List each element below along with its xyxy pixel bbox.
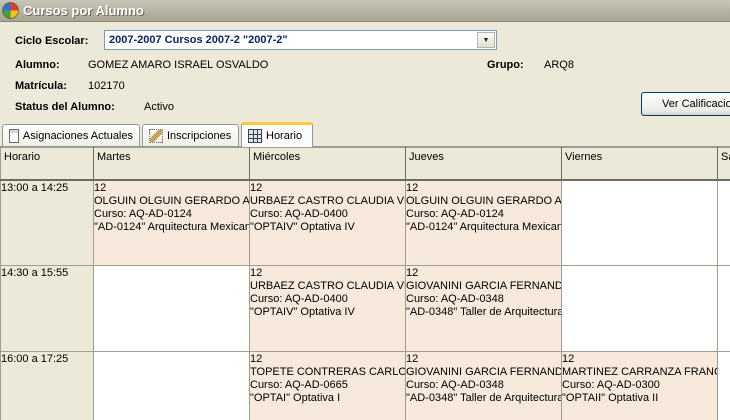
tab-label: Asignaciones Actuales (22, 129, 133, 142)
course-cell[interactable]: 12MARTINEZ CARRANZA FRANCISCOCurso: AQ-A… (561, 351, 718, 420)
grid-icon (248, 129, 262, 143)
status-value: Activo (144, 101, 174, 113)
window-title: Cursos por Alumno (23, 3, 144, 18)
course-cell[interactable]: 12OLGUIN OLGUIN GERARDO ANTONIOCurso: AQ… (405, 179, 562, 266)
course-name: "OPTAIV" Optativa IV (250, 306, 355, 318)
course-code: Curso: AQ-AD-0348 (406, 379, 504, 391)
course-cell[interactable]: 12URBAEZ CASTRO CLAUDIA VERONICACurso: A… (249, 179, 406, 266)
empty-cell[interactable] (561, 179, 718, 266)
course-group: 12 (562, 353, 575, 365)
schedule-grid[interactable]: Horario Martes Miércoles Jueves Viernes … (0, 146, 730, 420)
time-slot-cell: 14:30 a 15:55 (0, 265, 94, 352)
table-row: 14:30 a 15:55 12URBAEZ CASTRO CLAUDIA VER… (0, 265, 730, 352)
course-cell[interactable]: 12 TOPETE CONTRERAS CARLOS Curso: AQ-AD-06… (249, 351, 406, 420)
status-label: Status del Alumno: (15, 101, 115, 113)
alumno-value: GOMEZ AMARO ISRAEL OSVALDO (88, 59, 269, 71)
time-slot-cell: 16:00 a 17:25 (0, 351, 94, 420)
col-header-miercoles[interactable]: Miércoles (249, 147, 406, 181)
schedule-header-row: Horario Martes Miércoles Jueves Viernes … (0, 147, 730, 181)
chevron-down-icon[interactable]: ▼ (477, 32, 495, 48)
pencil-icon (149, 128, 163, 143)
course-name: "OPTAI" Optativa I (250, 392, 341, 404)
course-group: 12 (250, 267, 263, 279)
grupo-label: Grupo: (487, 59, 524, 71)
col-header-horario[interactable]: Horario (0, 147, 94, 181)
course-group: 12 (94, 181, 107, 194)
col-header-viernes[interactable]: Viernes (561, 147, 718, 181)
course-group: 12 (250, 181, 263, 194)
empty-cell[interactable] (717, 351, 730, 420)
course-name: "AD-0124" Arquitectura Mexicana (94, 220, 250, 233)
course-group: 12 (406, 353, 419, 365)
course-code: Curso: AQ-AD-0665 (250, 379, 348, 391)
course-teacher: GIOVANINI GARCIA FERNANDO (406, 366, 562, 378)
course-name: "OPTAIV" Optativa IV (250, 220, 355, 233)
tab-label: Inscripciones (167, 129, 232, 142)
course-teacher: OLGUIN OLGUIN GERARDO ANTONIO (406, 194, 562, 207)
document-icon (9, 128, 19, 143)
course-group: 12 (406, 181, 419, 194)
course-code: Curso: AQ-AD-0124 (406, 207, 504, 220)
empty-cell[interactable] (717, 265, 730, 352)
empty-cell[interactable] (561, 265, 718, 352)
time-slot-cell: 13:00 a 14:25 (0, 179, 94, 266)
col-header-jueves[interactable]: Jueves (405, 147, 562, 181)
course-code: Curso: AQ-AD-0348 (406, 293, 504, 305)
course-teacher: URBAEZ CASTRO CLAUDIA VERONICA (250, 194, 405, 207)
course-code: Curso: AQ-AD-0400 (250, 207, 348, 220)
course-cell[interactable]: 12 GIOVANINI GARCIA FERNANDO Curso: AQ-AD-… (405, 265, 562, 352)
course-cell[interactable]: 12URBAEZ CASTRO CLAUDIA VERONICACurso: A… (249, 265, 406, 352)
course-cell[interactable]: 12 GIOVANINI GARCIA FERNANDO Curso: AQ-AD-… (405, 351, 562, 420)
ciclo-label: Ciclo Escolar: (15, 35, 89, 47)
course-code: Curso: AQ-AD-0124 (94, 207, 192, 220)
empty-cell[interactable] (93, 351, 250, 420)
ciclo-select-value: 2007-2007 Cursos 2007-2 "2007-2" (109, 34, 288, 46)
course-code: Curso: AQ-AD-0300 (562, 379, 660, 391)
course-teacher: TOPETE CONTRERAS CARLOS (250, 366, 406, 378)
course-code: Curso: AQ-AD-0400 (250, 293, 348, 305)
grupo-value: ARQ8 (544, 59, 574, 71)
table-row: 16:00 a 17:25 12 TOPETE CONTRERAS CARLOS Cu… (0, 351, 730, 420)
course-name: "AD-0348" Taller de Arquitectura (406, 392, 562, 404)
title-bar: Cursos por Alumno (0, 0, 730, 22)
course-name: "AD-0348" Taller de Arquitectura (406, 306, 562, 318)
course-name: "AD-0124" Arquitectura Mexicana (406, 220, 562, 233)
tab-asignaciones-actuales[interactable]: Asignaciones Actuales (2, 124, 140, 146)
course-teacher: OLGUIN OLGUIN GERARDO ANTONIO (94, 194, 250, 207)
course-teacher: GIOVANINI GARCIA FERNANDO (406, 280, 562, 292)
tab-label: Horario (266, 130, 303, 142)
course-teacher: URBAEZ CASTRO CLAUDIA VERONICA (250, 280, 405, 292)
col-header-sabado[interactable]: Sábado (717, 147, 730, 181)
ciclo-select[interactable]: 2007-2007 Cursos 2007-2 "2007-2" ▼ (104, 30, 497, 50)
matricula-value: 102170 (88, 80, 125, 92)
alumno-label: Alumno: (15, 59, 60, 71)
app-icon (2, 2, 19, 19)
table-row: 13:00 a 14:2512OLGUIN OLGUIN GERARDO ANT… (0, 179, 730, 266)
course-cell[interactable]: 12OLGUIN OLGUIN GERARDO ANTONIOCurso: AQ… (93, 179, 250, 266)
course-teacher: MARTINEZ CARRANZA FRANCISCO (562, 366, 717, 378)
tab-horario[interactable]: Horario (241, 122, 313, 147)
tab-inscripciones[interactable]: Inscripciones (142, 124, 239, 146)
empty-cell[interactable] (717, 179, 730, 266)
ver-calificaciones-button[interactable]: Ver Calificaciones (641, 92, 730, 116)
empty-cell[interactable] (93, 265, 250, 352)
matricula-label: Matrícula: (15, 80, 67, 92)
col-header-martes[interactable]: Martes (93, 147, 250, 181)
tab-strip: Asignaciones Actuales Inscripciones Hora… (0, 122, 730, 147)
course-name: "OPTAII" Optativa II (562, 392, 659, 404)
course-group: 12 (250, 353, 263, 365)
course-group: 12 (406, 267, 419, 279)
